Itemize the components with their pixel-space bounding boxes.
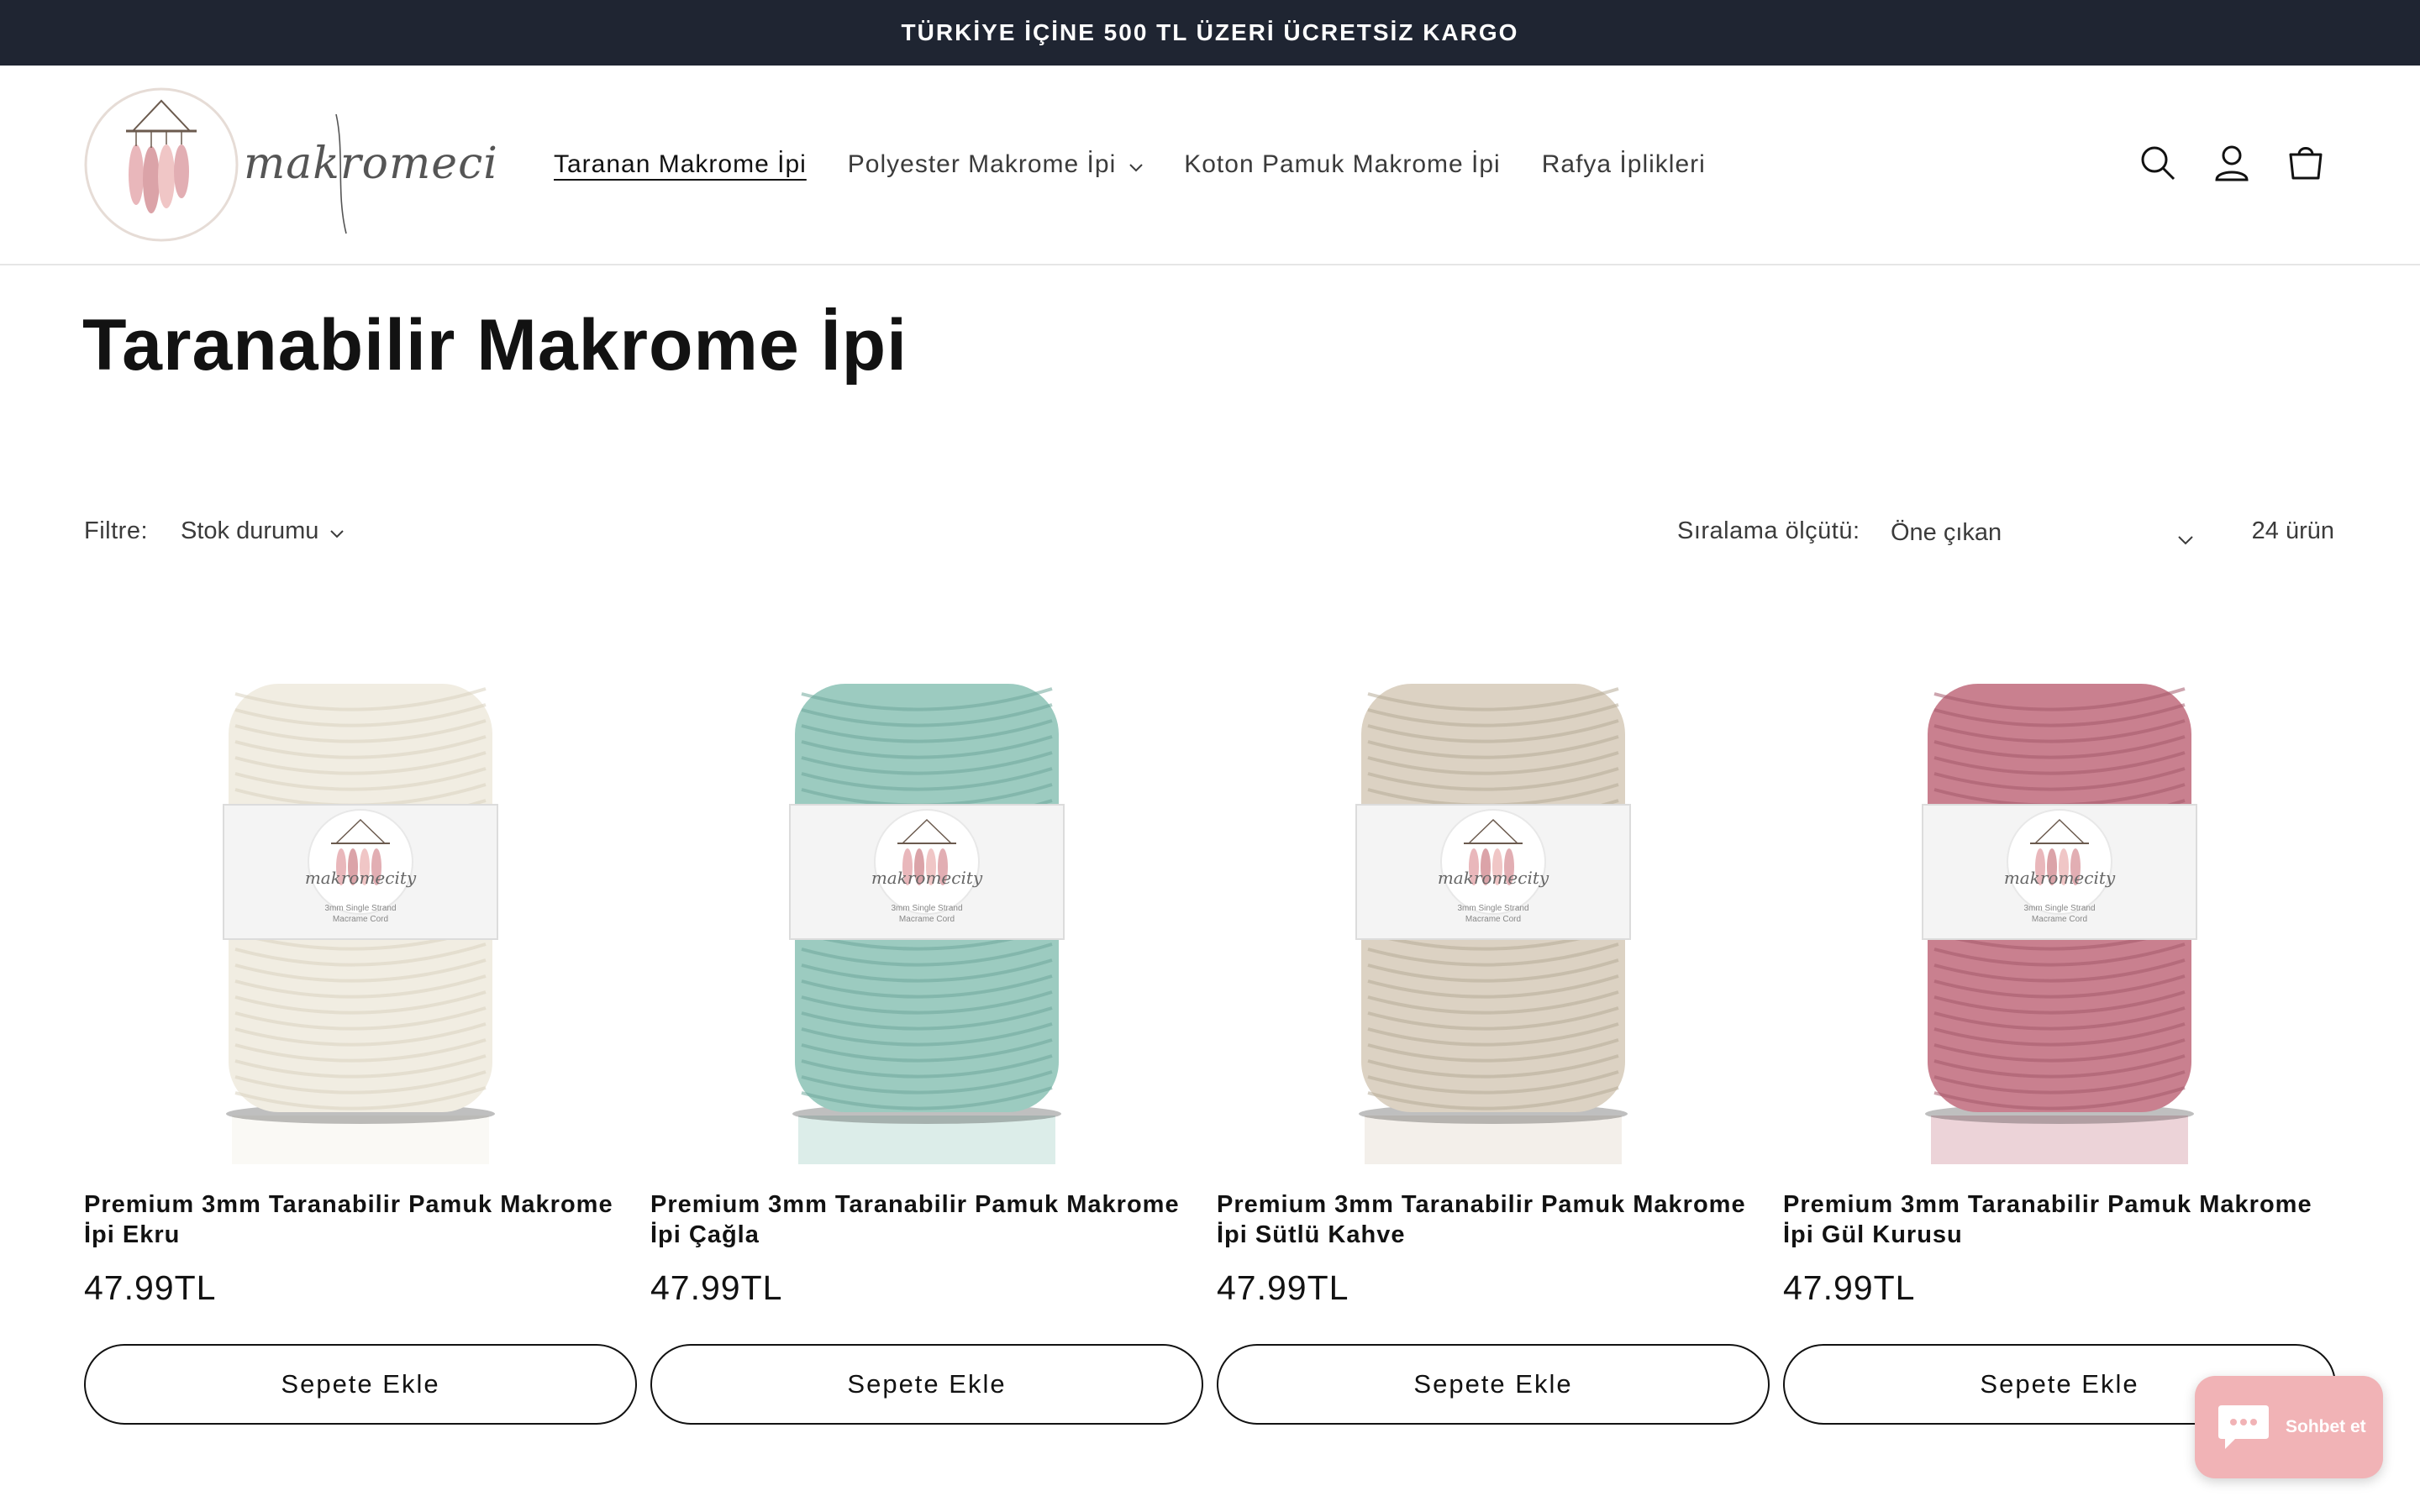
main-nav: Taranan Makrome İpi Polyester Makrome İp… <box>554 66 1747 264</box>
product-count: 24 ürün <box>2251 517 2334 544</box>
product-image[interactable]: makromecity 3mm Single Strand Macrame Cord <box>650 647 1203 1164</box>
product-title[interactable]: Premium 3mm Taranabilir Pamuk Makrome İp… <box>650 1189 1213 1250</box>
nav-label: Rafya İplikleri <box>1541 150 1706 178</box>
product-card[interactable]: makromecity 3mm Single Strand Macrame Cord… <box>84 647 637 1425</box>
label-line1: 3mm Single Strand <box>2023 904 2095 913</box>
product-price: 47.99TL <box>84 1268 217 1307</box>
search-icon[interactable] <box>2134 139 2181 186</box>
product-title[interactable]: Premium 3mm Taranabilir Pamuk Makrome İp… <box>1783 1189 2346 1250</box>
chat-bubble-icon <box>2218 1405 2269 1449</box>
label-line2: Macrame Cord <box>2032 915 2087 924</box>
product-title[interactable]: Premium 3mm Taranabilir Pamuk Makrome İp… <box>1217 1189 1780 1250</box>
chevron-down-icon <box>1129 150 1143 179</box>
label-line2: Macrame Cord <box>333 915 388 924</box>
site-header: makromecity Taranan Makrome İpi Polyeste… <box>0 66 2420 265</box>
chevron-down-icon <box>2178 524 2193 552</box>
nav-item-taranan[interactable]: Taranan Makrome İpi <box>554 150 807 179</box>
label-brand: makromecity <box>871 868 983 888</box>
cart-icon[interactable] <box>2282 139 2329 186</box>
add-to-cart-button[interactable]: Sepete Ekle <box>1217 1344 1770 1425</box>
label-brand: makromecity <box>305 868 417 888</box>
label-line1: 3mm Single Strand <box>891 904 962 913</box>
product-image[interactable]: makromecity 3mm Single Strand Macrame Cord <box>1783 647 2336 1164</box>
cord-spool-image: makromecity 3mm Single Strand Macrame Cord <box>223 684 498 1164</box>
stock-filter-dropdown[interactable]: Stok durumu <box>181 517 345 545</box>
product-price: 47.99TL <box>1783 1268 1916 1307</box>
product-grid: makromecity 3mm Single Strand Macrame Cord… <box>84 647 2336 1512</box>
label-line2: Macrame Cord <box>1465 915 1521 924</box>
sort-select[interactable]: Öne çıkan <box>1891 509 2193 556</box>
product-image[interactable]: makromecity 3mm Single Strand Macrame Cord <box>84 647 637 1164</box>
product-title[interactable]: Premium 3mm Taranabilir Pamuk Makrome İp… <box>84 1189 647 1250</box>
product-price: 47.99TL <box>1217 1268 1349 1307</box>
sort-value: Öne çıkan <box>1891 518 2002 546</box>
product-card[interactable]: makromecity 3mm Single Strand Macrame Cord… <box>1217 647 1770 1425</box>
nav-label: Polyester Makrome İpi <box>847 150 1117 178</box>
chevron-down-icon <box>330 517 345 545</box>
logo-text: makromecity <box>244 139 496 189</box>
account-icon[interactable] <box>2208 139 2255 186</box>
filter-label: Filtre: <box>84 517 148 544</box>
nav-item-koton[interactable]: Koton Pamuk Makrome İpi <box>1184 150 1500 179</box>
chat-label: Sohbet et <box>2286 1417 2366 1436</box>
product-price: 47.99TL <box>650 1268 783 1307</box>
cord-spool-image: makromecity 3mm Single Strand Macrame Cord <box>1355 684 1631 1164</box>
nav-label: Taranan Makrome İpi <box>554 150 807 178</box>
label-line1: 3mm Single Strand <box>324 904 396 913</box>
label-brand: makromecity <box>2004 868 2116 888</box>
macrame-logo-icon: makromecity <box>84 87 541 242</box>
cord-spool-image: makromecity 3mm Single Strand Macrame Cord <box>1922 684 2197 1164</box>
label-line1: 3mm Single Strand <box>1457 904 1528 913</box>
stock-filter-label: Stok durumu <box>181 517 319 544</box>
announcement-bar: TÜRKİYE İÇİNE 500 TL ÜZERİ ÜCRETSİZ KARG… <box>0 0 2420 66</box>
cord-spool-image: makromecity 3mm Single Strand Macrame Cord <box>789 684 1065 1164</box>
product-image[interactable]: makromecity 3mm Single Strand Macrame Cord <box>1217 647 1770 1164</box>
nav-label: Koton Pamuk Makrome İpi <box>1184 150 1501 178</box>
product-card[interactable]: makromecity 3mm Single Strand Macrame Cord… <box>1783 647 2336 1425</box>
nav-item-polyester[interactable]: Polyester Makrome İpi <box>848 150 1143 179</box>
nav-item-rafya[interactable]: Rafya İplikleri <box>1542 150 1706 179</box>
logo[interactable]: makromecity <box>84 84 541 244</box>
chat-button[interactable]: Sohbet et <box>2195 1376 2383 1478</box>
product-card[interactable]: makromecity 3mm Single Strand Macrame Cord… <box>650 647 1203 1425</box>
page-title: Taranabilir Makrome İpi <box>82 305 908 386</box>
add-to-cart-button[interactable]: Sepete Ekle <box>650 1344 1203 1425</box>
announcement-text: TÜRKİYE İÇİNE 500 TL ÜZERİ ÜCRETSİZ KARG… <box>901 19 1519 45</box>
add-to-cart-button[interactable]: Sepete Ekle <box>84 1344 637 1425</box>
label-brand: makromecity <box>1438 868 1549 888</box>
sort-label: Sıralama ölçütü: <box>1677 517 1860 544</box>
label-line2: Macrame Cord <box>899 915 955 924</box>
